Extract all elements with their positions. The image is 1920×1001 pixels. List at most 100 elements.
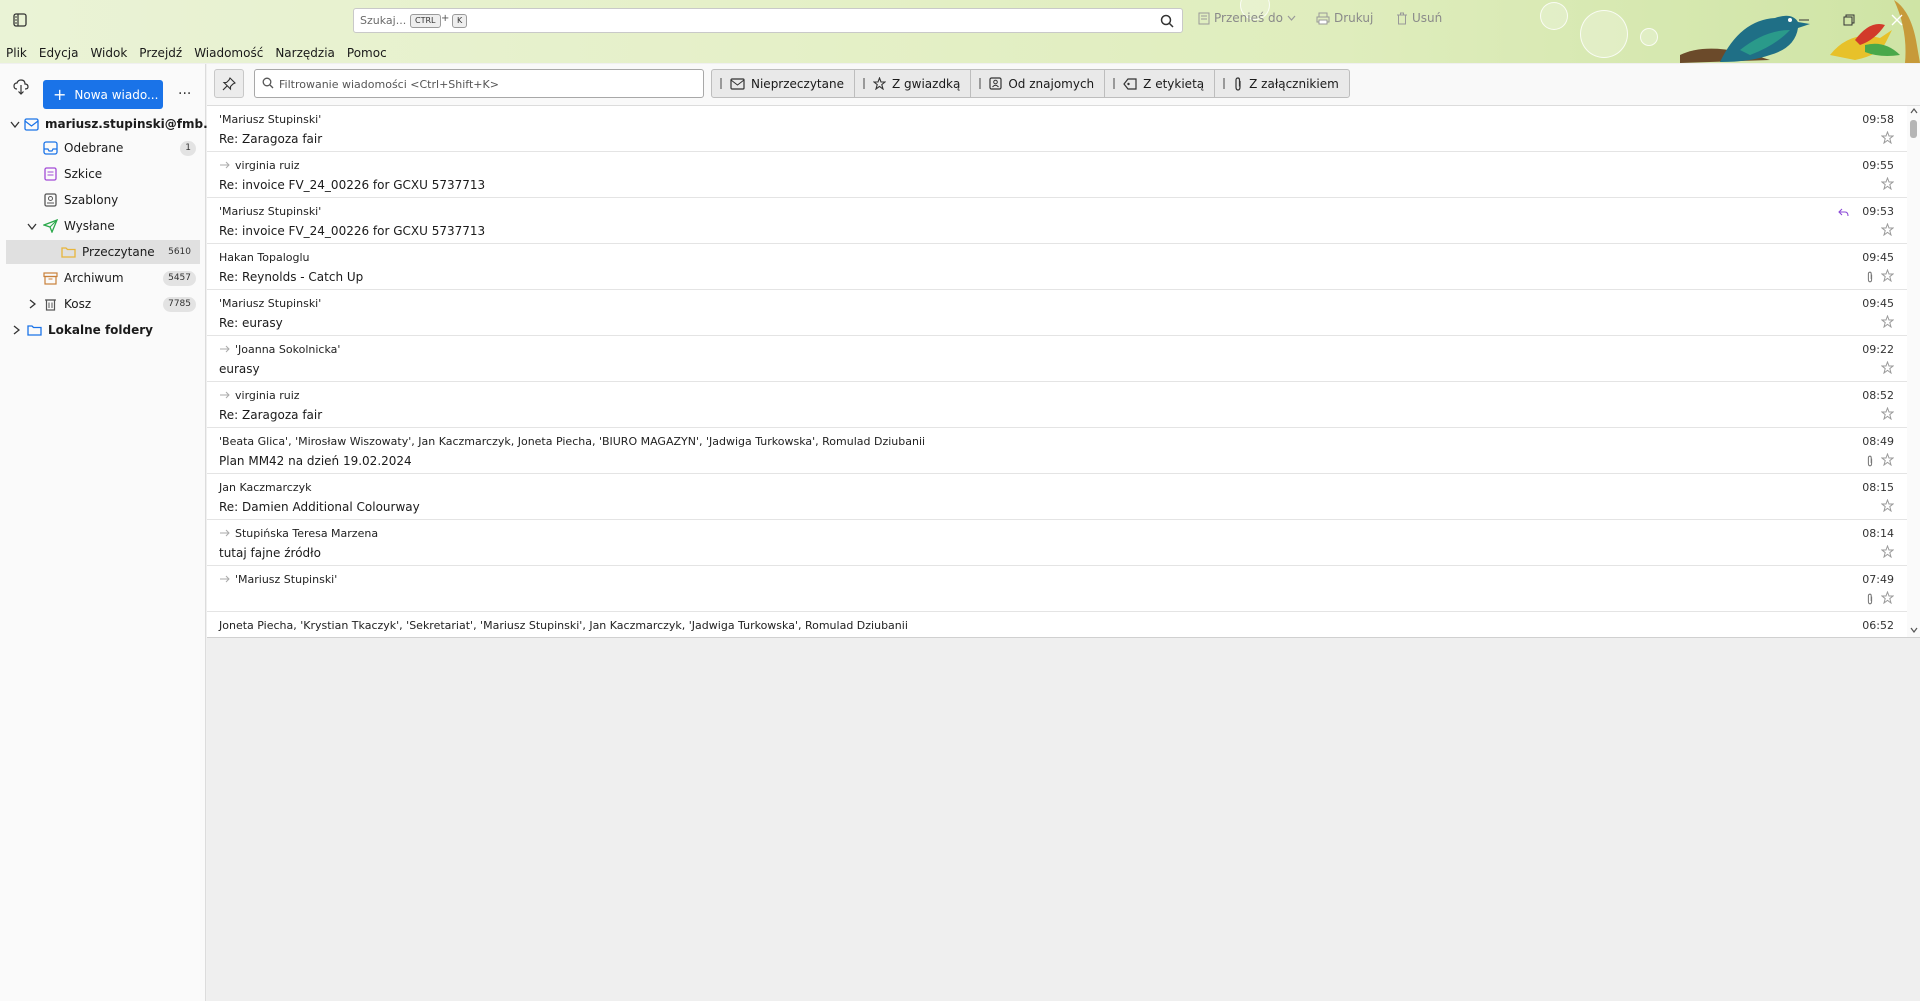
chevron-right-icon[interactable] (26, 298, 38, 310)
scrollbar-thumb[interactable] (1910, 120, 1917, 138)
sender-text: Hakan Topaloglu (219, 251, 310, 264)
message-row[interactable]: 'Mariusz Stupinski' Re: invoice FV_24_002… (207, 198, 1907, 244)
app-menu-button[interactable] (9, 9, 31, 31)
scroll-down-icon[interactable] (1910, 627, 1918, 633)
new-message-button[interactable]: + Nowa wiado... (43, 80, 163, 109)
restore-button[interactable] (1839, 10, 1859, 30)
star-icon[interactable] (1880, 590, 1895, 607)
minimize-button[interactable] (1794, 10, 1814, 30)
filter-tagged-button[interactable]: Z etykietą (1105, 70, 1216, 97)
star-icon[interactable] (1880, 222, 1895, 239)
message-row[interactable]: 'Beata Glica', 'Mirosław Wiszowaty', Jan… (207, 428, 1907, 474)
download-cloud-icon (13, 79, 29, 95)
local-folders-label: Lokalne foldery (48, 323, 153, 337)
search-icon (262, 77, 274, 92)
trash-icon (42, 296, 58, 312)
message-subject: Re: Reynolds - Catch Up (219, 270, 364, 284)
star-icon[interactable] (1880, 360, 1895, 377)
sender-text: virginia ruiz (235, 389, 300, 402)
mail-account-icon (24, 116, 39, 132)
message-sender: Jan Kaczmarczyk (219, 481, 311, 494)
message-row[interactable]: virginia ruiz Re: invoice FV_24_00226 for… (207, 152, 1907, 198)
message-row[interactable]: virginia ruiz Re: Zaragoza fair 08:52 (207, 382, 1907, 428)
message-subject: Re: invoice FV_24_00226 for GCXU 5737713 (219, 178, 486, 192)
chevron-down-icon (1287, 15, 1296, 21)
menu-plik[interactable]: Plik (0, 44, 33, 63)
pin-icon (222, 76, 236, 90)
folder-szablony[interactable]: Szablony (26, 188, 200, 212)
chevron-right-icon[interactable] (10, 324, 22, 336)
theme-bubble (1640, 28, 1658, 46)
folder-label: Kosz (64, 297, 92, 311)
message-row[interactable]: Jan Kaczmarczyk Re: Damien Additional Col… (207, 474, 1907, 520)
get-messages-button[interactable] (10, 77, 32, 97)
sidebar-toggle-icon (13, 13, 27, 27)
filter-contacts-button[interactable]: Od znajomych (971, 70, 1106, 97)
sent-icon (42, 218, 58, 234)
folder-szkice[interactable]: Szkice (26, 162, 200, 186)
filter-attachment-button[interactable]: Z załącznikiem (1215, 70, 1349, 97)
message-row[interactable]: Hakan Topaloglu Re: Reynolds - Catch Up 09… (207, 244, 1907, 290)
menu-widok[interactable]: Widok (84, 44, 133, 63)
message-row[interactable]: Joneta Piecha, 'Krystian Tkaczyk', 'Sekr… (207, 612, 1907, 637)
chevron-down-icon[interactable] (10, 118, 20, 130)
message-list[interactable]: 'Mariusz Stupinski' Re: Zaragoza fair 09:5… (207, 106, 1907, 637)
message-row[interactable]: 'Mariusz Stupinski' Re: Zaragoza fair 09:5… (207, 106, 1907, 152)
account-row[interactable]: mariusz.stupinski@fmb... (10, 112, 217, 136)
message-row[interactable]: Stupińska Teresa Marzena tutaj fajne źród… (207, 520, 1907, 566)
message-time: 08:52 (1862, 389, 1894, 402)
star-icon[interactable] (1880, 498, 1895, 515)
star-icon[interactable] (1880, 314, 1895, 331)
more-options-button[interactable]: ··· (178, 86, 191, 102)
attachment-icon (1866, 271, 1874, 286)
filter-contacts-label: Od znajomych (1008, 76, 1095, 91)
menu-narzedzia[interactable]: Narzędzia (269, 44, 341, 63)
menu-edycja[interactable]: Edycja (33, 44, 85, 63)
filter-starred-button[interactable]: Z gwiazdką (855, 70, 972, 97)
delete-button[interactable]: Usuń (1396, 11, 1442, 25)
minimize-icon (1799, 19, 1809, 21)
message-list-scrollbar[interactable] (1907, 106, 1920, 637)
scroll-up-icon[interactable] (1910, 108, 1918, 114)
star-icon[interactable] (1880, 452, 1895, 469)
folder-kosz[interactable]: Kosz 7785 (26, 292, 200, 316)
message-row[interactable]: 'Joanna Sokolnicka' eurasy 09:22 (207, 336, 1907, 382)
message-sender: virginia ruiz (219, 159, 300, 172)
folder-przeczytane[interactable]: Przeczytane 5610 (6, 240, 200, 264)
filter-unread-button[interactable]: Nieprzeczytane (712, 70, 855, 97)
message-filter-input[interactable]: Filtrowanie wiadomości <Ctrl+Shift+K> (254, 69, 704, 98)
move-to-button[interactable]: Przenieś do (1198, 11, 1296, 25)
menu-wiadomosc[interactable]: Wiadomość (188, 44, 269, 63)
star-icon[interactable] (1880, 544, 1895, 561)
sender-text: 'Mariusz Stupinski' (235, 573, 338, 586)
menu-pomoc[interactable]: Pomoc (341, 44, 393, 63)
message-row[interactable]: 'Mariusz Stupinski' 07:49 (207, 566, 1907, 612)
inbox-icon (42, 140, 58, 156)
folder-label: Szkice (64, 167, 103, 181)
folder-odebrane[interactable]: Odebrane 1 (26, 136, 200, 160)
global-search-input[interactable]: Szukaj... CTRL + K (353, 8, 1183, 33)
folder-archiwum[interactable]: Archiwum 5457 (26, 266, 200, 290)
search-icon[interactable] (1160, 14, 1174, 31)
pin-filter-button[interactable] (214, 69, 244, 98)
star-icon[interactable] (1880, 176, 1895, 193)
chevron-down-icon[interactable] (26, 220, 38, 232)
message-sender: 'Mariusz Stupinski' (219, 113, 321, 126)
star-icon (872, 77, 886, 90)
kbd-ctrl: CTRL (410, 14, 441, 28)
star-icon[interactable] (1880, 406, 1895, 423)
message-subject: Re: Zaragoza fair (219, 408, 323, 422)
menu-przejdz[interactable]: Przejdź (133, 44, 188, 63)
star-icon[interactable] (1880, 130, 1895, 147)
folder-wyslane[interactable]: Wysłane (26, 214, 200, 238)
close-window-button[interactable] (1887, 10, 1907, 30)
folder-icon (26, 322, 42, 338)
local-folders-row[interactable]: Lokalne foldery (10, 318, 200, 342)
message-subject: Plan MM42 na dzień 19.02.2024 (219, 454, 412, 468)
message-sender: 'Beata Glica', 'Mirosław Wiszowaty', Jan… (219, 435, 925, 448)
message-sender: Hakan Topaloglu (219, 251, 310, 264)
message-row[interactable]: 'Mariusz Stupinski' Re: eurasy 09:45 (207, 290, 1907, 336)
print-button[interactable]: Drukuj (1316, 11, 1373, 25)
message-time: 09:45 (1862, 251, 1894, 264)
star-icon[interactable] (1880, 268, 1895, 285)
